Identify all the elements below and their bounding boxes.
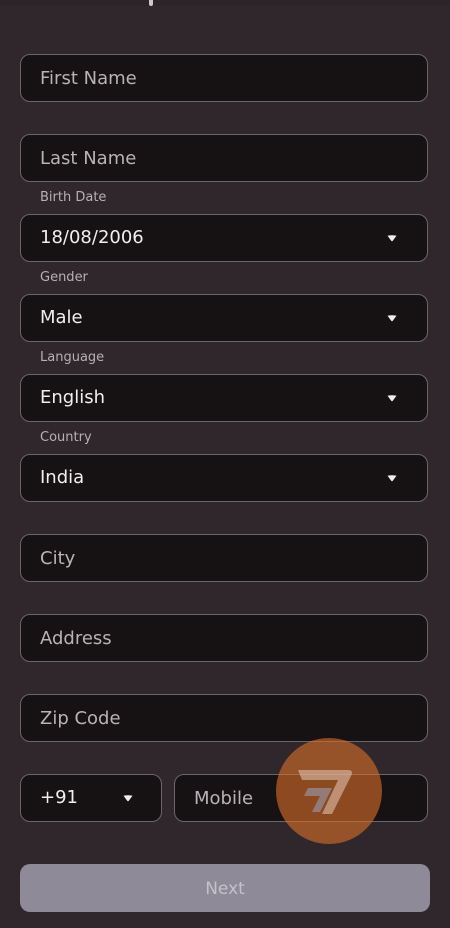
country-label: Country [40, 430, 92, 445]
birth-date-label: Birth Date [40, 190, 107, 205]
first-name-field[interactable] [20, 54, 428, 102]
country-value: India [40, 467, 85, 488]
address-input[interactable] [21, 615, 427, 661]
last-name-field[interactable] [20, 134, 428, 182]
address-field[interactable] [20, 614, 428, 662]
caret-down-icon [387, 475, 397, 482]
language-label: Language [40, 350, 105, 365]
zip-code-input[interactable] [21, 695, 427, 741]
next-button[interactable]: Next [20, 864, 430, 912]
zip-code-field[interactable] [20, 694, 428, 742]
country-select[interactable]: India [20, 454, 428, 502]
gender-label: Gender [40, 270, 88, 285]
country-code-select[interactable]: +91 [20, 774, 162, 822]
caret-down-icon [387, 395, 397, 402]
language-value: English [40, 387, 105, 408]
mobile-input[interactable] [175, 775, 427, 821]
city-field[interactable] [20, 534, 428, 582]
first-name-input[interactable] [21, 55, 427, 101]
gender-select[interactable]: Male [20, 294, 428, 342]
top-bar-indicator [149, 0, 153, 6]
gender-value: Male [40, 307, 83, 328]
last-name-input[interactable] [21, 135, 427, 181]
birth-date-value: 18/08/2006 [40, 227, 144, 248]
caret-down-icon [123, 795, 133, 802]
language-select[interactable]: English [20, 374, 428, 422]
caret-down-icon [387, 235, 397, 242]
birth-date-select[interactable]: 18/08/2006 [20, 214, 428, 262]
top-bar [0, 0, 450, 6]
city-input[interactable] [21, 535, 427, 581]
mobile-field[interactable] [174, 774, 428, 822]
caret-down-icon [387, 315, 397, 322]
country-code-value: +91 [40, 787, 78, 808]
